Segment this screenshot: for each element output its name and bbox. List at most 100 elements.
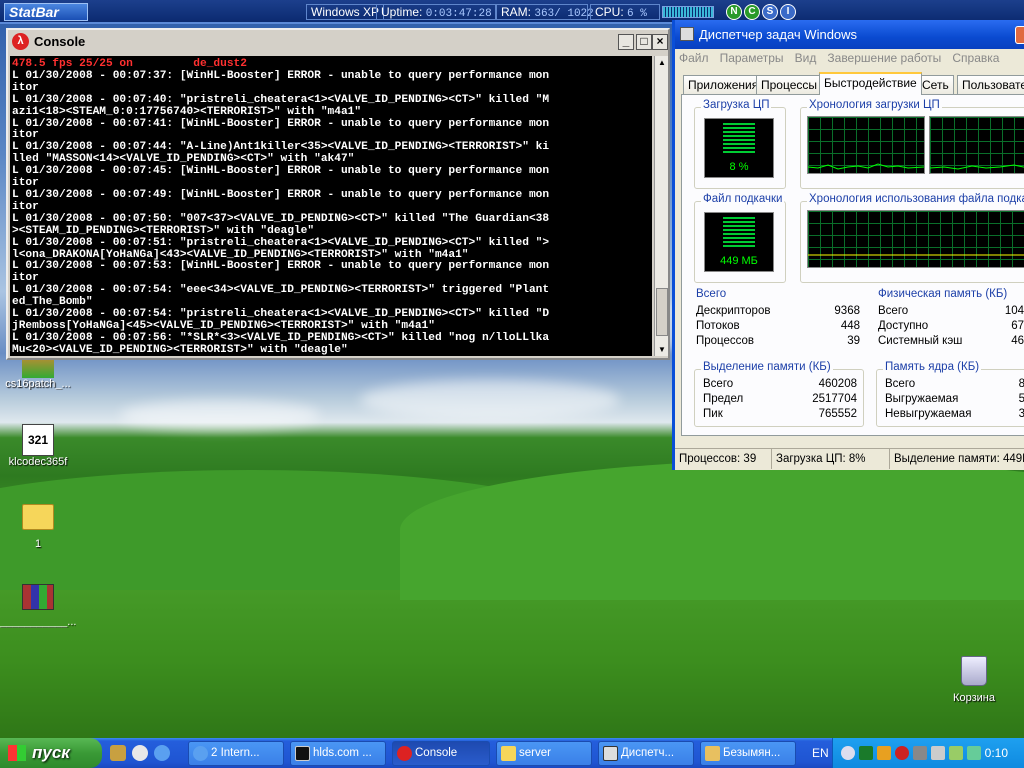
console-output[interactable]: 478.5 fps 25/25 on de_dust2 L 01/30/2008 … xyxy=(10,56,652,356)
language-indicator[interactable]: EN xyxy=(812,746,829,760)
commit-label: Выделение памяти (КБ) xyxy=(701,361,833,373)
scroll-down-arrow-icon[interactable]: ▼ xyxy=(656,343,668,356)
scroll-thumb[interactable] xyxy=(656,288,668,336)
ie-icon xyxy=(193,746,208,761)
statbar-i-button[interactable]: I xyxy=(780,4,796,20)
quicklaunch-winamp-icon[interactable] xyxy=(110,745,126,761)
pagefile-history-group: Хронология использования файла подкачки xyxy=(800,193,1024,283)
physical-total-value: 104 xyxy=(1004,305,1024,317)
taskbar-button-ie[interactable]: 2 Intern... xyxy=(188,741,284,766)
system-tray: 0:10 xyxy=(832,738,1024,768)
klcodec-icon: 321 xyxy=(22,424,54,456)
menu-help[interactable]: Справка xyxy=(948,49,1003,67)
taskbar-button-label: 2 Intern... xyxy=(211,747,260,759)
console-titlebar[interactable]: λ Console _ □ × xyxy=(8,30,668,54)
tray-security-icon[interactable] xyxy=(877,746,891,760)
commit-group: Выделение памяти (КБ) Всего 460208 Преде… xyxy=(694,361,864,427)
halflife-icon xyxy=(397,746,412,761)
quicklaunch-ie-icon[interactable] xyxy=(154,745,170,761)
taskbar-button-paint[interactable]: Безымян... xyxy=(700,741,796,766)
taskbar-button-label: Console xyxy=(415,747,458,759)
console-window[interactable]: λ Console _ □ × 478.5 fps 25/25 on de_du… xyxy=(6,28,670,360)
paint-icon xyxy=(705,746,720,761)
menu-file[interactable]: Файл xyxy=(675,49,713,67)
taskmgr-close-button[interactable] xyxy=(1015,26,1024,44)
commit-limit-label: Предел xyxy=(703,393,744,405)
pagefile-history-label: Хронология использования файла подкачки xyxy=(807,193,1024,205)
tray-statbar-icon[interactable] xyxy=(859,746,873,760)
kernel-total-value: 8 xyxy=(977,378,1024,390)
minimize-button[interactable]: _ xyxy=(618,34,634,50)
console-log-line: L 01/30/2008 - 00:07:54: "eee<34><VALVE_… xyxy=(12,284,550,297)
desktop-icon-recycle-bin[interactable]: Корзина xyxy=(936,656,1012,704)
console-log-line: ><STEAM_ID_PENDING><TERRORIST>" with "de… xyxy=(12,224,315,237)
folder-icon xyxy=(22,504,54,530)
taskmgr-tabs: Приложения Процессы Быстродействие Сеть … xyxy=(683,72,1024,95)
cpu-usage-meter: 8 % xyxy=(704,118,774,178)
scroll-up-arrow-icon[interactable]: ▲ xyxy=(656,56,668,69)
tab-network[interactable]: Сеть xyxy=(917,75,954,94)
tab-applications[interactable]: Приложения xyxy=(683,75,764,94)
cpu-history-graph-2 xyxy=(929,116,1024,174)
taskmgr-titlebar[interactable]: Диспетчер задач Windows xyxy=(675,20,1024,49)
totals-group: Всего Дескрипторов 9368 Потоков 448 Проц… xyxy=(694,288,864,355)
halflife-icon: λ xyxy=(12,33,29,50)
menu-options[interactable]: Параметры xyxy=(716,49,788,67)
console-log-line: L 01/30/2008 - 00:07:51: "pristreli_chea… xyxy=(12,236,550,249)
statbar-logo[interactable]: StatBar xyxy=(4,3,88,21)
statbar-s-button[interactable]: S xyxy=(762,4,778,20)
statbar-n-button[interactable]: N xyxy=(726,4,742,20)
ram-value: 363/ 1022 xyxy=(534,8,594,20)
quicklaunch-media-player-icon[interactable] xyxy=(132,745,148,761)
tray-update-icon[interactable] xyxy=(967,746,981,760)
tab-performance[interactable]: Быстродействие xyxy=(819,72,922,95)
cpu-usage-value: 8 % xyxy=(729,161,749,173)
kernel-nonpaged-value: 3 xyxy=(977,408,1024,420)
physical-total-label: Всего xyxy=(878,305,909,317)
statbar-c-button[interactable]: C xyxy=(744,4,760,20)
desktop-icon-folder-1[interactable]: 1 xyxy=(0,504,76,550)
pagefile-group: Файл подкачки 449 МБ xyxy=(694,193,786,283)
kernel-total-label: Всего xyxy=(885,378,916,390)
tab-processes[interactable]: Процессы xyxy=(756,75,823,94)
desktop-icon-archive[interactable]: ___________... xyxy=(0,584,76,628)
console-scrollbar[interactable]: ▲ ▼ xyxy=(654,56,668,356)
tray-antivirus-icon[interactable] xyxy=(895,746,909,760)
taskbar-button-console[interactable]: Console xyxy=(392,741,490,766)
menu-shutdown[interactable]: Завершение работы xyxy=(823,49,945,67)
totals-processes-value: 39 xyxy=(847,335,860,347)
cpu-usage-group: Загрузка ЦП 8 % xyxy=(694,99,786,189)
clock[interactable]: 0:10 xyxy=(985,746,1008,760)
tray-volume-icon[interactable] xyxy=(931,746,945,760)
taskmgr-statusbar: Процессов: 39 Загрузка ЦП: 8% Выделение … xyxy=(675,448,1024,470)
maximize-button[interactable]: □ xyxy=(636,34,652,50)
os-label: Windows XP xyxy=(306,4,385,20)
taskbar-button-server[interactable]: server xyxy=(496,741,592,766)
menu-view[interactable]: Вид xyxy=(791,49,821,67)
commit-total-label: Всего xyxy=(703,378,734,390)
recycle-bin-icon xyxy=(961,656,987,686)
console-log-line: L 01/30/2008 - 00:07:53: [WinHL-Booster]… xyxy=(12,260,550,273)
task-manager-window[interactable]: Диспетчер задач Windows Файл Параметры В… xyxy=(672,20,1024,470)
taskbar-button-taskmgr[interactable]: Диспетч... xyxy=(598,741,694,766)
console-log-line: itor xyxy=(12,200,39,213)
totals-handles-label: Дескрипторов xyxy=(696,305,771,317)
uptime-display: Uptime: 0:03:47:28 xyxy=(376,4,496,20)
tab-users[interactable]: Пользовате... xyxy=(957,75,1024,94)
close-button[interactable]: × xyxy=(652,34,668,50)
taskbar-button-hlds[interactable]: hlds.com ... xyxy=(290,741,386,766)
ram-label: RAM: xyxy=(501,5,531,19)
status-processes: Процессов: 39 xyxy=(679,453,757,465)
tray-network-icon[interactable] xyxy=(913,746,927,760)
pagefile-meter: 449 МБ xyxy=(704,212,774,272)
console-log-line: L 01/30/2008 - 00:07:40: "pristreli_chea… xyxy=(12,93,550,106)
desktop-icon-label: cs16patch_... xyxy=(5,378,71,390)
start-button[interactable]: пуск xyxy=(0,738,102,768)
tray-messenger-icon[interactable] xyxy=(949,746,963,760)
ram-display: RAM: 363/ 1022 xyxy=(496,4,594,20)
console-title: Console xyxy=(34,34,86,49)
desktop-icon-klcodec[interactable]: 321 klcodec365f xyxy=(0,424,76,468)
pagefile-label: Файл подкачки xyxy=(701,193,785,205)
cpu-history-line-2 xyxy=(930,164,1024,170)
tray-expand-icon[interactable] xyxy=(841,746,855,760)
